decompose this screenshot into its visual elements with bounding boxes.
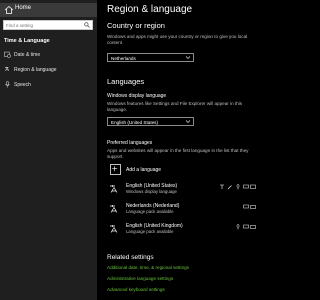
search-box[interactable] xyxy=(3,20,93,30)
language-status: Language pack available xyxy=(126,209,174,214)
home-label: Home xyxy=(15,5,32,11)
country-description: Windows and apps might use your country … xyxy=(107,34,248,45)
language-glyph-icon xyxy=(110,185,118,193)
link-advanced-keyboard-settings[interactable]: Advanced keyboard settings xyxy=(107,287,165,292)
speech-icon xyxy=(243,184,249,189)
language-glyph-icon xyxy=(110,225,118,233)
display-language-description: Windows features like Settings and File … xyxy=(107,101,243,112)
sidebar-item-region-language[interactable]: Region & language xyxy=(0,64,97,76)
microphone-icon xyxy=(236,184,240,190)
calendar-clock-icon xyxy=(4,51,11,58)
plus-icon xyxy=(110,164,121,175)
page-title: Region & language xyxy=(107,4,193,15)
language-status: Windows display language xyxy=(126,189,177,194)
chevron-down-icon xyxy=(185,56,191,59)
home-nav-item[interactable]: Home xyxy=(0,3,97,17)
display-language-label: Windows display language xyxy=(107,93,167,99)
language-glyph-icon xyxy=(110,205,118,213)
keyboard-icon xyxy=(250,205,256,209)
edit-icon xyxy=(227,185,232,190)
microphone-icon xyxy=(5,81,10,88)
preferred-languages-description: Apps and websites will appear in the fir… xyxy=(107,148,249,159)
country-dropdown[interactable]: Netherlands xyxy=(107,53,194,62)
link-admin-language-settings[interactable]: Administrative language settings xyxy=(107,276,173,281)
sidebar-item-date-time[interactable]: Date & time xyxy=(0,49,97,61)
speech-icon xyxy=(243,224,249,229)
handwriting-icon xyxy=(250,184,256,189)
language-icon xyxy=(4,66,10,72)
add-language-label: Add a language xyxy=(126,167,162,173)
speech-icon xyxy=(243,204,249,209)
language-item-en-us[interactable]: English (United States) Windows display … xyxy=(107,182,257,198)
main-content: Region & language Country or region Wind… xyxy=(107,0,257,300)
sidebar-item-label: Region & language xyxy=(14,67,57,73)
language-item-nl-nl[interactable]: Nederlands (Nederland) Language pack ava… xyxy=(107,202,257,218)
keyboard-icon xyxy=(250,225,256,229)
home-icon xyxy=(4,5,14,14)
languages-heading: Languages xyxy=(107,77,145,86)
sidebar-item-label: Speech xyxy=(14,82,31,88)
search-input[interactable] xyxy=(6,21,80,29)
sidebar-item-label: Date & time xyxy=(14,52,41,58)
chevron-down-icon xyxy=(185,120,191,123)
display-language-value: English (United States) xyxy=(111,119,158,125)
microphone-icon xyxy=(236,224,240,230)
sidebar-item-speech[interactable]: Speech xyxy=(0,79,97,91)
country-heading: Country or region xyxy=(107,21,165,30)
language-status: Language pack available xyxy=(126,229,174,234)
country-value: Netherlands xyxy=(111,55,136,61)
link-regional-settings[interactable]: Additional date, time, & regional settin… xyxy=(107,265,189,270)
display-feature-icon xyxy=(220,184,224,189)
search-icon[interactable] xyxy=(84,22,90,28)
related-settings-heading: Related settings xyxy=(107,254,154,261)
add-language-button[interactable]: Add a language xyxy=(107,164,227,178)
preferred-languages-label: Preferred languages xyxy=(107,140,153,146)
language-item-en-gb[interactable]: English (United Kingdom) Language pack a… xyxy=(107,222,257,238)
display-language-dropdown[interactable]: English (United States) xyxy=(107,117,194,126)
sidebar: Home Time & Language Date & time Region … xyxy=(0,0,97,300)
section-title: Time & Language xyxy=(4,38,50,44)
